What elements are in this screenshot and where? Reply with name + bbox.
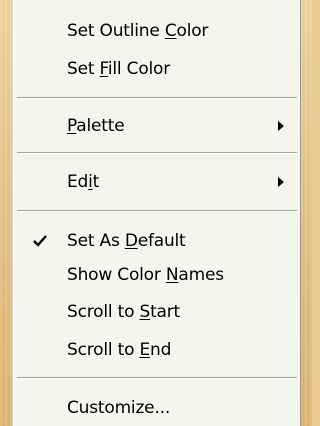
check-slot: [13, 391, 67, 425]
menu-item-label: Scroll to Start: [67, 302, 181, 322]
menu-item-palette[interactable]: Palette: [13, 109, 300, 143]
menu-item-label: Set Fill Color: [67, 59, 171, 79]
menu-item-customize[interactable]: Customize...: [13, 391, 300, 425]
check-slot: [13, 333, 67, 367]
menu-item-set-as-default[interactable]: Set As Default: [13, 224, 300, 258]
menu-item-scroll-to-start[interactable]: Scroll to Start: [13, 295, 300, 329]
submenu-arrow-icon: [278, 177, 284, 187]
context-menu: Set Outline Color Set Fill Color Palette…: [12, 0, 301, 426]
menu-item-set-fill-color[interactable]: Set Fill Color: [13, 52, 300, 86]
check-slot: [13, 258, 67, 292]
check-slot: [13, 52, 67, 86]
menu-separator: [17, 210, 297, 212]
menu-item-set-outline-color[interactable]: Set Outline Color: [13, 14, 300, 48]
submenu-arrow-icon: [278, 121, 284, 131]
check-slot: [13, 295, 67, 329]
menu-item-label: Customize...: [67, 398, 171, 418]
checkmark-icon: [33, 235, 47, 247]
check-slot: [13, 165, 67, 199]
menu-item-label: Palette: [67, 116, 125, 136]
menu-separator: [17, 377, 297, 379]
check-slot: [13, 14, 67, 48]
menu-item-label: Edit: [67, 172, 100, 192]
menu-item-label: Show Color Names: [67, 265, 224, 285]
check-slot: [13, 224, 67, 258]
menu-separator: [17, 152, 297, 154]
menu-item-label: Scroll to End: [67, 340, 172, 360]
menu-item-edit[interactable]: Edit: [13, 165, 300, 199]
menu-item-label: Set As Default: [67, 231, 186, 251]
menu-separator: [17, 97, 297, 99]
menu-item-scroll-to-end[interactable]: Scroll to End: [13, 333, 300, 367]
check-slot: [13, 109, 67, 143]
menu-item-show-color-names[interactable]: Show Color Names: [13, 258, 300, 292]
menu-item-label: Set Outline Color: [67, 21, 209, 41]
